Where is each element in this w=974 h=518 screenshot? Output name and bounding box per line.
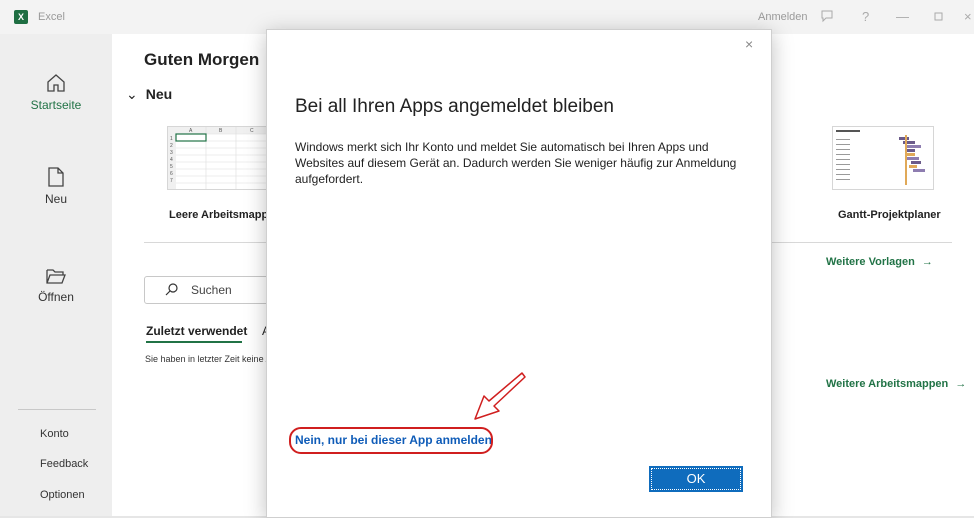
close-icon[interactable]: × <box>745 36 753 52</box>
new-section-label: Neu <box>145 86 173 102</box>
template-label-gantt: Gantt-Projektplaner <box>838 209 941 221</box>
sidebar-item-label: Öffnen <box>38 290 74 304</box>
svg-text:6: 6 <box>170 171 173 177</box>
svg-text:1: 1 <box>170 136 173 142</box>
arrow-right-icon: → <box>955 378 967 390</box>
search-icon <box>165 283 178 296</box>
sidebar-item-feedback[interactable]: Feedback <box>40 458 88 470</box>
more-workbooks-label: Weitere Arbeitsmappen <box>826 378 949 390</box>
gantt-thumbnail <box>833 127 933 189</box>
template-gantt-planner[interactable] <box>832 126 934 190</box>
tab-recent[interactable]: Zuletzt verwendet <box>146 324 247 338</box>
greeting-title: Guten Morgen <box>144 50 260 69</box>
svg-text:4: 4 <box>170 157 173 163</box>
recent-empty-message: Sie haben in letzter Zeit keine A <box>145 354 272 364</box>
home-icon <box>47 74 65 92</box>
coauthor-icon[interactable] <box>820 9 834 26</box>
sidebar-item-optionen[interactable]: Optionen <box>40 489 85 501</box>
help-icon[interactable]: ? <box>862 9 869 24</box>
sidebar-item-label: Neu <box>44 192 67 206</box>
chevron-down-icon: ⌄ <box>126 86 138 102</box>
template-blank-workbook[interactable]: ABC 1234 567 <box>167 126 269 190</box>
signin-link[interactable]: Anmelden <box>758 11 808 23</box>
svg-text:2: 2 <box>170 143 173 149</box>
ok-button[interactable]: OK <box>649 466 743 492</box>
sidebar: Startseite Neu Öffnen Konto Feedback Opt… <box>0 34 112 516</box>
sidebar-item-startseite[interactable]: Startseite <box>0 72 112 112</box>
template-label-blank: Leere Arbeitsmappe <box>169 209 275 221</box>
more-templates-label: Weitere Vorlagen <box>826 256 915 268</box>
folder-open-icon <box>46 269 66 284</box>
search-placeholder: Suchen <box>191 283 232 297</box>
new-document-icon <box>48 167 64 187</box>
new-section-header[interactable]: ⌄ Neu <box>126 86 172 103</box>
tab-recent-underline <box>146 341 242 343</box>
minimize-icon[interactable]: — <box>896 9 909 24</box>
annotation-arrow-icon <box>474 372 526 420</box>
more-workbooks-link[interactable]: Weitere Arbeitsmappen → <box>826 378 966 390</box>
annotation-highlight <box>289 427 493 454</box>
close-window-icon[interactable]: × <box>964 9 972 24</box>
svg-text:3: 3 <box>170 150 173 156</box>
blank-workbook-thumbnail: ABC 1234 567 <box>168 127 268 189</box>
restore-icon[interactable] <box>934 9 944 24</box>
sidebar-item-neu[interactable]: Neu <box>0 166 112 206</box>
sidebar-divider <box>18 409 96 410</box>
svg-text:C: C <box>250 128 254 134</box>
window-title: Excel <box>38 11 65 23</box>
sidebar-item-oeffnen[interactable]: Öffnen <box>0 266 112 304</box>
sidebar-item-label: Startseite <box>30 98 82 112</box>
excel-logo-icon: X <box>14 10 28 24</box>
dialog-body: Windows merkt sich Ihr Konto und meldet … <box>295 140 737 186</box>
arrow-right-icon: → <box>921 256 933 268</box>
more-templates-link[interactable]: Weitere Vorlagen → <box>826 256 933 268</box>
sidebar-item-konto[interactable]: Konto <box>40 428 69 440</box>
dialog-title: Bei all Ihren Apps angemeldet bleiben <box>295 96 615 117</box>
svg-text:7: 7 <box>170 178 173 184</box>
svg-text:5: 5 <box>170 164 173 170</box>
